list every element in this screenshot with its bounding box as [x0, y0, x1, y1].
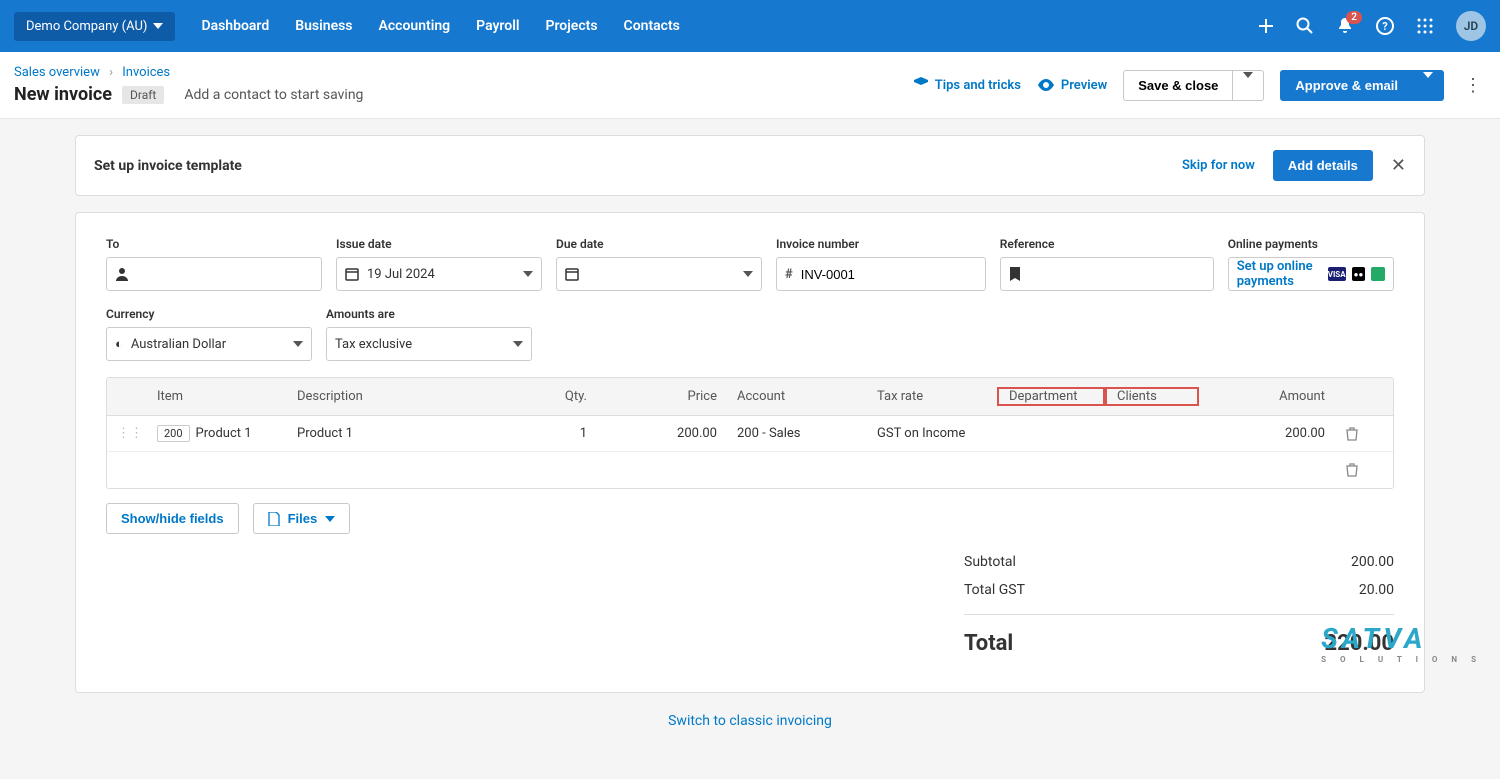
search-icon[interactable]	[1296, 17, 1314, 35]
files-button[interactable]: Files	[253, 503, 351, 534]
issue-label: Issue date	[336, 237, 542, 251]
save-button[interactable]: Save & close	[1123, 70, 1233, 101]
calendar-icon	[345, 267, 359, 281]
invoice-form: To Issue date 19 Jul 2024 Due date	[75, 212, 1425, 693]
watermark: SATVA S O L U T I O N S	[1321, 622, 1482, 664]
subtotal-label: Subtotal	[964, 554, 1016, 570]
page-title: New invoice	[14, 84, 112, 105]
amounts-select[interactable]: Tax exclusive	[326, 327, 532, 361]
breadcrumb: Sales overview › Invoices	[14, 65, 363, 80]
status-badge: Draft	[122, 86, 164, 104]
currency-select[interactable]: ◐ Australian Dollar	[106, 327, 312, 361]
total-label: Total	[964, 631, 1013, 656]
mastercard-icon: ●●	[1352, 267, 1366, 281]
chevron-down-icon	[523, 271, 533, 277]
payments-label: Online payments	[1228, 237, 1394, 251]
currency-label: Currency	[106, 307, 312, 321]
th-tax: Tax rate	[867, 389, 997, 404]
chevron-down-icon	[325, 516, 335, 522]
delete-row-icon[interactable]	[1335, 463, 1371, 477]
plus-icon[interactable]	[1258, 18, 1274, 34]
org-name: Demo Company (AU)	[26, 19, 147, 34]
tips-link[interactable]: Tips and tricks	[913, 77, 1021, 93]
setup-banner: Set up invoice template Skip for now Add…	[75, 135, 1425, 196]
chevron-down-icon	[513, 341, 523, 347]
nav-contacts[interactable]: Contacts	[624, 18, 680, 34]
issue-date-input[interactable]: 19 Jul 2024	[336, 257, 542, 291]
delete-row-icon[interactable]	[1335, 427, 1371, 441]
crumb-invoices[interactable]: Invoices	[122, 65, 170, 80]
nav-projects[interactable]: Projects	[545, 18, 597, 34]
crumb-sales[interactable]: Sales overview	[14, 65, 100, 80]
th-account: Account	[727, 389, 867, 404]
invno-input[interactable]: #	[776, 257, 986, 291]
table-header: Item Description Qty. Price Account Tax …	[107, 378, 1393, 416]
calendar-icon	[565, 267, 579, 281]
to-input[interactable]	[106, 257, 322, 291]
ref-label: Reference	[1000, 237, 1214, 251]
th-desc: Description	[287, 389, 527, 404]
help-icon[interactable]: ?	[1376, 17, 1394, 35]
table-row-empty[interactable]	[107, 452, 1393, 488]
nav-accounting[interactable]: Accounting	[379, 18, 451, 34]
nav-items: Dashboard Business Accounting Payroll Pr…	[201, 18, 679, 34]
chevron-down-icon	[293, 341, 303, 347]
to-label: To	[106, 237, 322, 251]
drag-handle-icon[interactable]: ⋮⋮	[107, 426, 147, 441]
chevron-down-icon	[153, 23, 163, 29]
avatar[interactable]: JD	[1456, 11, 1486, 41]
svg-text:?: ?	[1382, 20, 1388, 33]
line-items-table: Item Description Qty. Price Account Tax …	[106, 377, 1394, 489]
bookmark-icon	[1009, 267, 1021, 281]
th-item: Item	[147, 389, 287, 404]
nav-payroll[interactable]: Payroll	[476, 18, 519, 34]
hash-icon: #	[785, 267, 793, 282]
gst-value: 20.00	[1359, 582, 1394, 598]
th-qty: Qty.	[527, 389, 597, 404]
top-nav: Demo Company (AU) Dashboard Business Acc…	[0, 0, 1500, 52]
close-icon[interactable]: ✕	[1391, 155, 1406, 176]
preview-link[interactable]: Preview	[1037, 78, 1107, 93]
table-row[interactable]: ⋮⋮ 200Product 1 Product 1 1 200.00 200 -…	[107, 416, 1393, 452]
payments-setup[interactable]: Set up online payments VISA ●●	[1228, 257, 1394, 291]
org-selector[interactable]: Demo Company (AU)	[14, 12, 175, 41]
amounts-label: Amounts are	[326, 307, 532, 321]
bell-icon[interactable]: 2	[1336, 17, 1354, 35]
showhide-button[interactable]: Show/hide fields	[106, 503, 239, 534]
nav-business[interactable]: Business	[295, 18, 352, 34]
file-icon	[268, 512, 280, 526]
notif-badge: 2	[1346, 11, 1362, 24]
gst-label: Total GST	[964, 582, 1025, 598]
switch-classic-link[interactable]: Switch to classic invoicing	[668, 713, 832, 729]
item-code: 200	[157, 425, 190, 442]
due-date-input[interactable]	[556, 257, 762, 291]
apps-icon[interactable]	[1416, 17, 1434, 35]
th-price: Price	[597, 389, 727, 404]
visa-icon: VISA	[1328, 267, 1346, 281]
save-group: Save & close	[1123, 70, 1264, 101]
currency-icon: ◐	[115, 336, 123, 352]
save-hint: Add a contact to start saving	[184, 87, 363, 103]
card-icon	[1371, 267, 1385, 281]
banner-title: Set up invoice template	[94, 158, 242, 174]
save-dropdown[interactable]	[1233, 70, 1264, 101]
add-details-button[interactable]: Add details	[1273, 150, 1373, 181]
chevron-down-icon	[743, 271, 753, 277]
due-label: Due date	[556, 237, 762, 251]
th-department: Department	[997, 387, 1105, 406]
approve-dropdown[interactable]	[1413, 70, 1444, 101]
approve-group: Approve & email	[1280, 70, 1444, 101]
skip-link[interactable]: Skip for now	[1182, 158, 1255, 173]
invno-label: Invoice number	[776, 237, 986, 251]
th-amount: Amount	[1199, 389, 1335, 404]
nav-dashboard[interactable]: Dashboard	[201, 18, 269, 34]
th-clients: Clients	[1105, 387, 1199, 406]
ref-input[interactable]	[1000, 257, 1214, 291]
subtotal-value: 200.00	[1351, 554, 1394, 570]
approve-button[interactable]: Approve & email	[1280, 70, 1413, 101]
person-icon	[115, 267, 129, 281]
sub-header: Sales overview › Invoices New invoice Dr…	[0, 52, 1500, 119]
more-menu[interactable]: ⋮	[1460, 75, 1486, 96]
